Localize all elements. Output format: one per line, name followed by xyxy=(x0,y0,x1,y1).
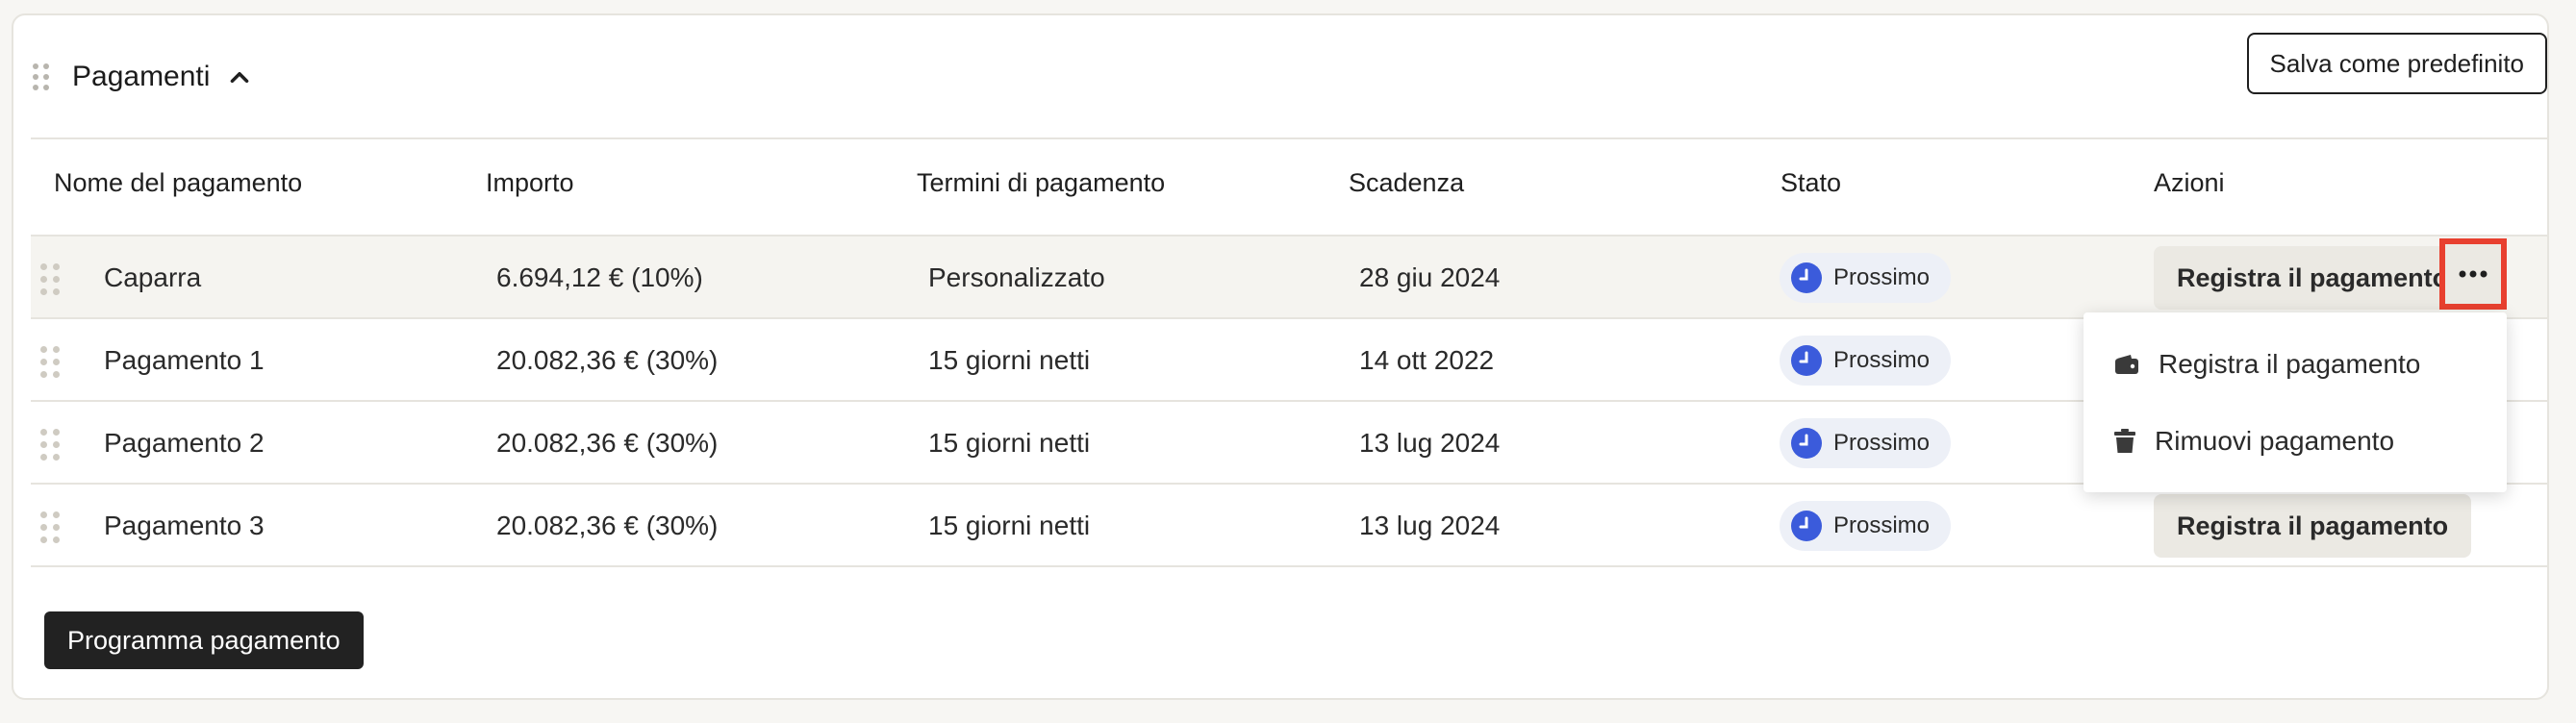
column-header: Nome del pagamento xyxy=(54,168,303,197)
payment-due-date: 13 lug 2024 xyxy=(1359,428,1501,458)
column-header: Stato xyxy=(1780,168,1842,197)
status-badge: Prossimo xyxy=(1780,418,1952,468)
payment-due-date: 13 lug 2024 xyxy=(1359,511,1501,540)
column-header: Azioni xyxy=(2154,168,2225,197)
table-row: Caparra 6.694,12 € (10%) Personalizzato … xyxy=(31,237,2547,319)
payment-name: Pagamento 3 xyxy=(104,511,265,540)
schedule-payment-button[interactable]: Programma pagamento xyxy=(44,611,364,669)
payment-amount: 20.082,36 € (30%) xyxy=(496,511,719,540)
drag-handle-icon[interactable] xyxy=(40,346,60,378)
payment-due-date: 28 giu 2024 xyxy=(1359,262,1501,292)
header-divider xyxy=(31,137,2547,139)
menu-item-record-payment[interactable]: Registra il pagamento xyxy=(2114,336,2420,393)
clock-icon xyxy=(1791,345,1822,376)
table-row: Pagamento 3 20.082,36 € (30%) 15 giorni … xyxy=(31,485,2547,567)
save-as-default-button[interactable]: Salva come predefinito xyxy=(2246,33,2547,94)
clock-icon xyxy=(1791,428,1822,459)
status-badge: Prossimo xyxy=(1780,336,1952,386)
column-header: Termini di pagamento xyxy=(917,168,1166,197)
more-horizontal-icon xyxy=(2459,270,2488,278)
payment-name: Pagamento 1 xyxy=(104,345,265,375)
payment-name: Caparra xyxy=(104,262,202,292)
payment-amount: 20.082,36 € (30%) xyxy=(496,428,719,458)
column-header: Scadenza xyxy=(1349,168,1465,197)
payment-terms: Personalizzato xyxy=(928,262,1105,292)
more-actions-button[interactable] xyxy=(2439,238,2507,310)
menu-item-remove-payment[interactable]: Rimuovi pagamento xyxy=(2114,412,2394,470)
payment-amount: 6.694,12 € (10%) xyxy=(496,262,703,292)
table-header: Nome del pagamento Importo Termini di pa… xyxy=(31,144,2547,221)
drag-handle-icon[interactable] xyxy=(40,511,60,543)
clock-icon xyxy=(1791,511,1822,541)
payment-due-date: 14 ott 2022 xyxy=(1359,345,1495,375)
payment-amount: 20.082,36 € (30%) xyxy=(496,345,719,375)
actions-dropdown-menu: Registra il pagamento Rimuovi pagamento xyxy=(2084,312,2507,492)
payment-name: Pagamento 2 xyxy=(104,428,265,458)
drag-handle-icon[interactable] xyxy=(40,429,60,461)
status-badge: Prossimo xyxy=(1780,501,1952,551)
status-label: Prossimo xyxy=(1833,430,1931,456)
status-label: Prossimo xyxy=(1833,512,1931,538)
menu-item-label: Registra il pagamento xyxy=(2159,349,2421,379)
record-payment-button[interactable]: Registra il pagamento xyxy=(2154,494,2472,558)
section-title: Pagamenti xyxy=(72,61,211,92)
section-header: Pagamenti xyxy=(33,48,252,106)
column-header: Importo xyxy=(486,168,574,197)
payment-terms: 15 giorni netti xyxy=(928,428,1091,458)
clock-icon xyxy=(1791,262,1822,293)
status-badge: Prossimo xyxy=(1780,253,1952,303)
payment-terms: 15 giorni netti xyxy=(928,511,1091,540)
status-label: Prossimo xyxy=(1833,347,1931,373)
wallet-icon xyxy=(2115,355,2138,374)
drag-handle-icon[interactable] xyxy=(40,263,60,295)
payment-terms: 15 giorni netti xyxy=(928,345,1091,375)
menu-item-label: Rimuovi pagamento xyxy=(2155,426,2395,456)
chevron-up-icon[interactable] xyxy=(227,64,252,89)
trash-icon xyxy=(2114,429,2135,453)
record-payment-button[interactable]: Registra il pagamento xyxy=(2154,246,2472,310)
drag-handle-icon[interactable] xyxy=(33,63,49,90)
status-label: Prossimo xyxy=(1833,264,1931,290)
